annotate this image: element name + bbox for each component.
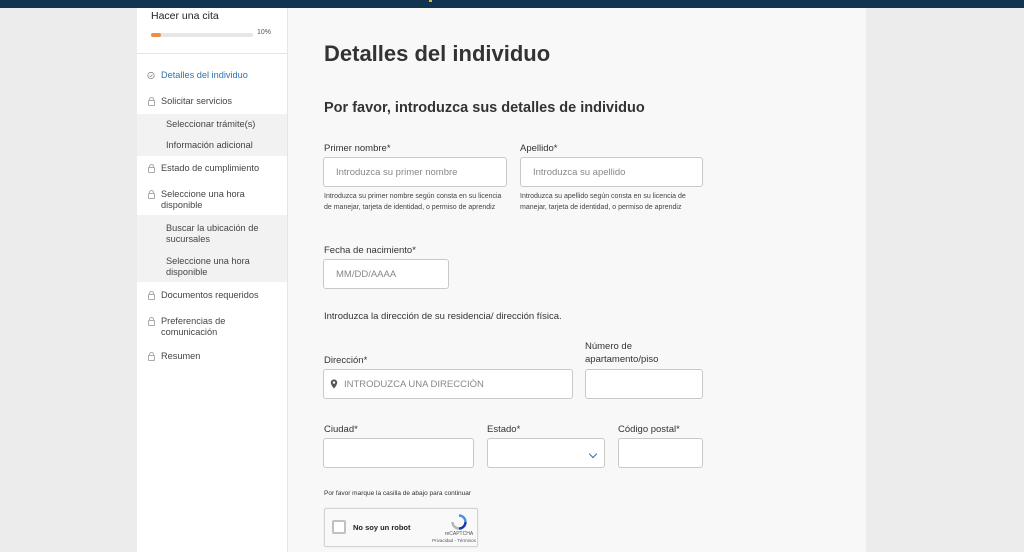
lock-icon bbox=[147, 163, 155, 174]
sidebar-subitem-hora[interactable]: Seleccione una hora disponible bbox=[166, 256, 284, 278]
address-field bbox=[323, 369, 573, 399]
sidebar-item-label: Detalles del individuo bbox=[161, 70, 248, 80]
first-name-input[interactable] bbox=[323, 157, 507, 187]
sidebar-subitem-tramite[interactable]: Seleccionar trámite(s) bbox=[166, 119, 284, 130]
lock-icon bbox=[147, 351, 155, 362]
recaptcha-brand: reCAPTCHA bbox=[444, 531, 474, 537]
sidebar-item-label: Seleccione una hora disponible bbox=[161, 189, 245, 210]
main-content: Detalles del individuo Por favor, introd… bbox=[288, 8, 866, 552]
recaptcha-links[interactable]: Privacidad - Términos bbox=[431, 538, 477, 543]
lock-icon bbox=[147, 316, 155, 327]
recaptcha-checkbox[interactable] bbox=[332, 520, 346, 534]
city-label: Ciudad* bbox=[324, 424, 358, 435]
captcha-note: Por favor marque la casilla de abajo par… bbox=[324, 490, 472, 497]
section-title: Por favor, introduzca sus detalles de in… bbox=[324, 100, 645, 116]
page-title: Detalles del individuo bbox=[324, 41, 551, 66]
address-label: Dirección* bbox=[324, 355, 368, 366]
chevron-down-icon bbox=[588, 449, 598, 459]
lock-icon bbox=[147, 96, 155, 107]
top-bar bbox=[0, 0, 1024, 8]
sidebar-item-label: Preferencias de comunicación bbox=[161, 316, 226, 337]
sidebar-subgroup-servicios: Seleccionar trámite(s) Información adici… bbox=[137, 114, 287, 156]
sidebar-subitem-info[interactable]: Información adicional bbox=[166, 140, 284, 151]
sidebar-divider bbox=[137, 53, 287, 54]
progress-fill bbox=[151, 33, 162, 37]
apartment-input[interactable] bbox=[585, 369, 703, 399]
progress-bar bbox=[151, 33, 253, 37]
dob-label: Fecha de nacimiento* bbox=[324, 245, 416, 256]
check-circle-icon bbox=[147, 70, 155, 81]
recaptcha-widget: No soy un robot reCAPTCHA Privacidad - T… bbox=[324, 508, 478, 547]
last-name-input[interactable] bbox=[520, 157, 703, 187]
apartment-label: Número de apartamento/piso bbox=[585, 341, 659, 365]
zip-input[interactable] bbox=[618, 438, 703, 468]
sidebar-item-label: Estado de cumplimiento bbox=[161, 163, 260, 173]
sidebar-subgroup-hora: Buscar la ubicación de sucursales Selecc… bbox=[137, 215, 287, 282]
dob-input[interactable] bbox=[323, 259, 449, 289]
map-pin-icon bbox=[330, 379, 338, 389]
sidebar-title: Hacer una cita bbox=[151, 10, 219, 22]
state-select[interactable] bbox=[487, 438, 605, 468]
address-input[interactable] bbox=[323, 369, 573, 399]
sidebar-item-label: Solicitar servicios bbox=[161, 96, 232, 106]
first-name-label: Primer nombre* bbox=[324, 143, 391, 154]
top-bar-marker bbox=[429, 0, 432, 2]
state-label: Estado* bbox=[487, 424, 521, 435]
city-input[interactable] bbox=[323, 438, 474, 468]
lock-icon bbox=[147, 189, 155, 200]
recaptcha-logo-icon bbox=[451, 514, 467, 530]
sidebar-subitem-sucursales[interactable]: Buscar la ubicación de sucursales bbox=[166, 223, 284, 245]
last-name-help: Introduzca su apellido según consta en s… bbox=[520, 193, 686, 211]
recaptcha-label: No soy un robot bbox=[353, 523, 411, 532]
sidebar: Hacer una cita 10% Detalles del individu… bbox=[137, 8, 288, 552]
zip-label: Código postal* bbox=[618, 424, 680, 435]
progress-percent: 10% bbox=[257, 29, 272, 36]
lock-icon bbox=[147, 290, 155, 301]
address-prompt: Introduzca la dirección de su residencia… bbox=[324, 311, 562, 322]
sidebar-item-label: Resumen bbox=[161, 351, 201, 361]
first-name-help: Introduzca su primer nombre según consta… bbox=[324, 193, 502, 211]
last-name-label: Apellido* bbox=[520, 143, 558, 154]
sidebar-item-label: Documentos requeridos bbox=[161, 290, 259, 300]
